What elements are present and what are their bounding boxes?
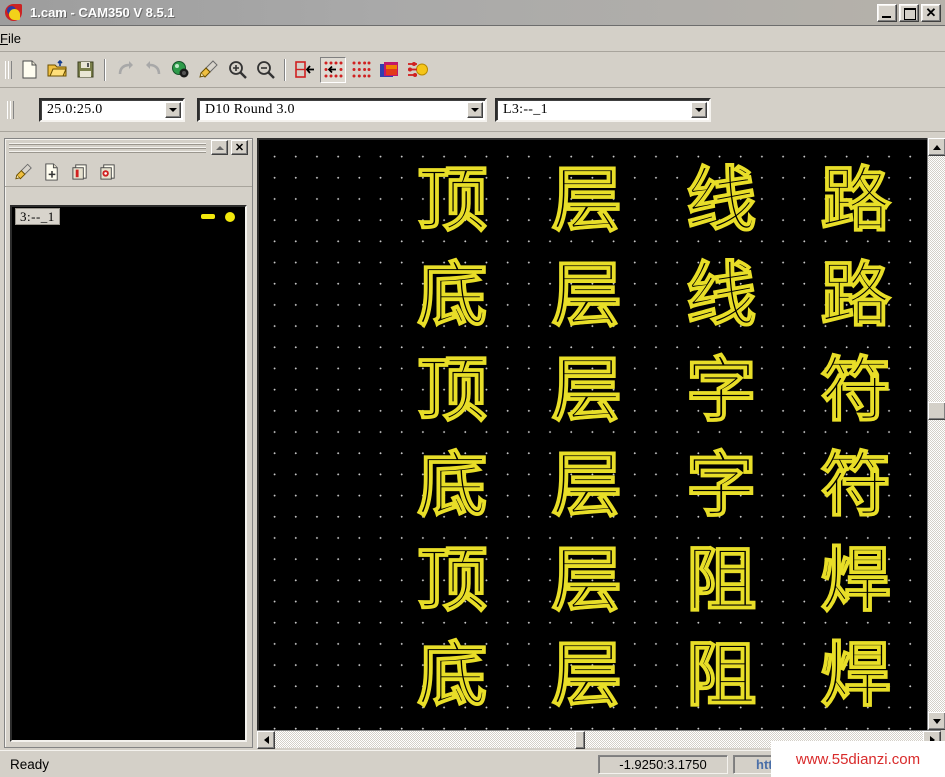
chevron-down-icon[interactable] (467, 102, 483, 118)
query-object-icon[interactable] (168, 57, 194, 83)
layer-color-dash-icon[interactable] (201, 214, 215, 219)
dcode-table-icon[interactable] (404, 57, 430, 83)
layer-clean-icon[interactable] (13, 161, 35, 183)
zoom-scale-combo[interactable]: 25.0:25.0 (39, 98, 185, 122)
dcode-combo[interactable]: D10 Round 3.0 (197, 98, 487, 122)
cjk-glyph[interactable]: 层 (520, 439, 655, 534)
status-message: Ready (10, 757, 49, 772)
cjk-glyph[interactable]: 符 (789, 439, 924, 534)
active-layer-combo[interactable]: L3:--_1 (495, 98, 711, 122)
site-watermark: www.55dianzi.com (771, 741, 945, 777)
color-layers-icon[interactable] (376, 57, 402, 83)
chevron-down-icon[interactable] (691, 102, 707, 118)
maximize-button[interactable] (899, 4, 919, 22)
dcode-value: D10 Round 3.0 (199, 102, 295, 118)
title-bar: 1.cam - CAM350 V 8.5.1 ✕ (0, 0, 945, 26)
cjk-glyph[interactable]: 顶 (385, 344, 520, 439)
cam-canvas-viewport[interactable]: 顶 层 线 路 底 层 线 路 顶 层 字 符 底 层 字 符 顶 层 阻 焊 (257, 138, 941, 748)
cam350-logo-icon (4, 3, 24, 23)
cjk-character-grid: 顶 层 线 路 底 层 线 路 顶 层 字 符 底 层 字 符 顶 层 阻 焊 (259, 140, 923, 730)
layer-name-label: 3:--_1 (15, 208, 60, 225)
cjk-glyph[interactable]: 层 (520, 629, 655, 724)
cjk-glyph[interactable]: 焊 (789, 629, 924, 724)
palette-close-button[interactable]: ✕ (231, 140, 248, 155)
cjk-glyph[interactable]: 字 (654, 344, 789, 439)
new-file-icon[interactable] (16, 57, 42, 83)
palette-drag-handle[interactable] (9, 143, 206, 153)
cjk-glyph[interactable]: 层 (520, 344, 655, 439)
layers-palette-window: ✕ 3:--_1 (4, 138, 253, 748)
pcb-canvas[interactable]: 顶 层 线 路 底 层 线 路 顶 层 字 符 底 层 字 符 顶 层 阻 焊 (259, 140, 923, 730)
cjk-glyph[interactable]: 层 (520, 249, 655, 344)
cursor-coordinates: -1.9250:3.1750 (598, 755, 728, 774)
grid-snap-icon[interactable] (320, 57, 346, 83)
vertical-scroll-thumb[interactable] (928, 402, 945, 420)
combo-toolbar-grip-handle[interactable] (6, 100, 14, 120)
save-file-icon[interactable] (72, 57, 98, 83)
cjk-glyph[interactable]: 底 (385, 249, 520, 344)
toolbar-separator-1 (104, 59, 106, 81)
zoom-in-icon[interactable] (224, 57, 250, 83)
toolbar-grip-handle[interactable] (4, 60, 12, 80)
cjk-glyph[interactable]: 阻 (654, 534, 789, 629)
cjk-glyph[interactable]: 底 (385, 629, 520, 724)
cjk-glyph[interactable]: 顶 (385, 154, 520, 249)
horizontal-scroll-thumb[interactable] (575, 731, 585, 749)
zoom-out-icon[interactable] (252, 57, 278, 83)
scroll-left-button[interactable] (257, 731, 275, 749)
redo-icon[interactable] (140, 57, 166, 83)
layers-list[interactable]: 3:--_1 (10, 205, 247, 742)
window-title: 1.cam - CAM350 V 8.5.1 (30, 5, 175, 20)
cjk-glyph[interactable]: 底 (385, 439, 520, 534)
layer-visibility-dot-icon[interactable] (225, 212, 235, 222)
zoom-scale-value: 25.0:25.0 (41, 102, 103, 118)
open-file-icon[interactable] (44, 57, 70, 83)
cjk-glyph[interactable]: 字 (654, 439, 789, 534)
scroll-up-button[interactable] (928, 138, 945, 156)
cjk-glyph[interactable]: 路 (789, 154, 924, 249)
palette-title-bar[interactable]: ✕ (5, 139, 252, 157)
grid-display-icon[interactable] (348, 57, 374, 83)
settings-toolbar: 25.0:25.0 D10 Round 3.0 L3:--_1 (0, 88, 945, 132)
cjk-glyph[interactable]: 层 (520, 154, 655, 249)
scroll-down-button[interactable] (928, 712, 945, 730)
add-layer-icon[interactable] (41, 161, 63, 183)
move-reference-icon[interactable] (292, 57, 318, 83)
menu-bar: File (0, 26, 945, 52)
palette-toolbar (5, 157, 252, 187)
toolbar-separator-2 (284, 59, 286, 81)
minimize-button[interactable] (877, 4, 897, 22)
main-toolbar (0, 52, 945, 88)
close-button[interactable]: ✕ (921, 4, 941, 22)
palette-rollup-button[interactable] (211, 140, 228, 155)
cjk-glyph[interactable]: 符 (789, 344, 924, 439)
cjk-glyph[interactable]: 路 (789, 249, 924, 344)
layer-negative-icon[interactable] (97, 161, 119, 183)
layer-info-icon[interactable] (69, 161, 91, 183)
cjk-glyph[interactable]: 线 (654, 249, 789, 344)
cjk-glyph[interactable]: 线 (654, 154, 789, 249)
vertical-scrollbar[interactable] (927, 138, 945, 730)
cjk-glyph[interactable]: 层 (520, 534, 655, 629)
clean-broom-icon[interactable] (196, 57, 222, 83)
cam350-application-window: 1.cam - CAM350 V 8.5.1 ✕ File (0, 0, 945, 777)
undo-icon[interactable] (112, 57, 138, 83)
list-item[interactable]: 3:--_1 (12, 207, 245, 225)
active-layer-value: L3:--_1 (497, 102, 548, 118)
cjk-glyph[interactable]: 阻 (654, 629, 789, 724)
window-controls: ✕ (877, 4, 945, 22)
cjk-glyph[interactable]: 顶 (385, 534, 520, 629)
cjk-glyph[interactable]: 焊 (789, 534, 924, 629)
chevron-down-icon[interactable] (165, 102, 181, 118)
